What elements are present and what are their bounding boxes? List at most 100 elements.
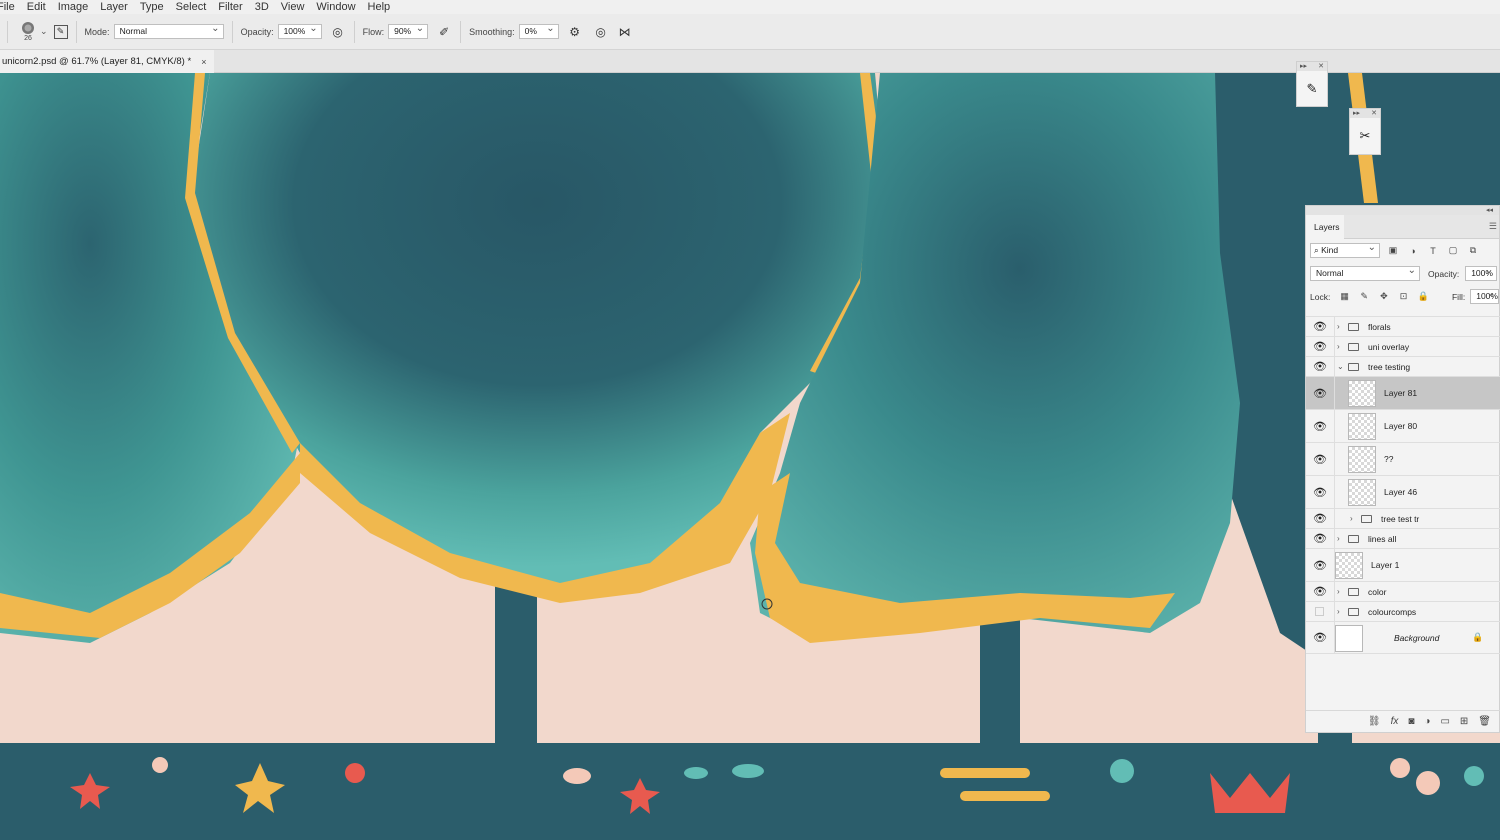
brush-tip-icon	[22, 21, 34, 34]
pressure-opacity-icon[interactable]: ◎	[330, 24, 346, 40]
link-layers-icon[interactable]: ⛓	[1368, 716, 1381, 727]
airbrush-icon[interactable]: ✐	[436, 24, 452, 40]
new-group-icon[interactable]: ▭	[1440, 716, 1449, 727]
visibility-eye-icon[interactable]: 👁	[1313, 512, 1327, 525]
document-tab[interactable]: unicorn2.psd @ 61.7% (Layer 81, CMYK/8) …	[0, 50, 214, 73]
layer-row-florals[interactable]: 👁 › florals	[1306, 316, 1500, 336]
layer-row-colourcomps[interactable]: › colourcomps	[1306, 601, 1500, 621]
lock-artboard-icon[interactable]: ⊡	[1398, 291, 1409, 302]
layer-row-layer-81[interactable]: 👁 Layer 81	[1306, 376, 1500, 409]
brush-settings-panel[interactable]: ▸▸ ✕ ✎	[1296, 61, 1328, 107]
menu-view[interactable]: View	[275, 0, 311, 14]
panel-menu-icon[interactable]: ☰	[1489, 221, 1497, 232]
visibility-eye-icon[interactable]: 👁	[1313, 486, 1327, 499]
menu-window[interactable]: Window	[310, 0, 361, 14]
chevron-right-icon[interactable]: ›	[1337, 534, 1340, 543]
filter-kind-select[interactable]: ⌕ Kind	[1310, 241, 1380, 258]
gear-icon[interactable]: ⚙	[567, 24, 583, 40]
close-icon[interactable]: ✕	[1318, 62, 1324, 71]
layer-row-uni-overlay[interactable]: 👁 › uni overlay	[1306, 336, 1500, 356]
symmetry-butterfly-icon[interactable]: ⋈	[617, 24, 633, 40]
shape-filter-icon[interactable]: ▢	[1446, 245, 1460, 256]
layer-row-tree-testing[interactable]: 👁 ⌄ tree testing	[1306, 356, 1500, 376]
document-canvas[interactable]	[0, 73, 1500, 840]
new-layer-icon[interactable]: ⊞	[1460, 716, 1468, 727]
options-grip[interactable]	[0, 20, 8, 43]
visibility-eye-icon[interactable]: 👁	[1313, 453, 1327, 466]
visibility-eye-icon[interactable]: 👁	[1313, 631, 1327, 644]
chevron-right-icon[interactable]: ›	[1337, 587, 1340, 596]
menu-select[interactable]: Select	[170, 0, 213, 14]
menu-file[interactable]: File	[0, 0, 21, 14]
brush-settings-toggle-icon[interactable]: ✎	[53, 24, 68, 39]
opacity-label: Opacity:	[1428, 268, 1460, 279]
clone-source-icon[interactable]: ✂	[1350, 118, 1380, 154]
clone-source-panel[interactable]: ▸▸ ✕ ✂	[1349, 108, 1381, 155]
smart-object-filter-icon[interactable]: ⧉	[1466, 245, 1480, 256]
layers-panel-footer: ⛓ fx ◙ ◑ ▭ ⊞ 🗑	[1306, 710, 1500, 732]
adjustment-layer-icon[interactable]: ◑	[1424, 716, 1430, 727]
close-icon[interactable]: ✕	[1371, 109, 1377, 118]
visibility-eye-icon[interactable]: 👁	[1313, 420, 1327, 433]
layer-name: Layer 46	[1384, 487, 1418, 497]
menu-3d[interactable]: 3D	[249, 0, 275, 14]
layer-row-background[interactable]: 👁 Background 🔒	[1306, 621, 1500, 654]
visibility-eye-icon[interactable]: 👁	[1313, 532, 1327, 545]
type-filter-icon[interactable]: T	[1426, 246, 1440, 256]
menu-help[interactable]: Help	[362, 0, 397, 14]
opacity-field[interactable]: 100%	[1465, 264, 1498, 281]
chevron-right-icon[interactable]: ›	[1350, 514, 1353, 523]
layer-row-layer-1[interactable]: 👁 Layer 1	[1306, 548, 1500, 581]
lock-transparent-pixels-icon[interactable]: ▦	[1339, 291, 1350, 302]
layer-thumbnail	[1348, 479, 1376, 506]
lock-position-icon[interactable]: ✥	[1379, 291, 1390, 302]
visibility-eye-icon[interactable]: 👁	[1313, 360, 1327, 373]
collapse-panel-icon[interactable]: ◂◂	[1306, 206, 1499, 215]
brush-settings-icon[interactable]: ✎	[1297, 71, 1327, 106]
opacity-field[interactable]: 100%	[277, 22, 322, 39]
lock-all-icon[interactable]: 🔒	[1418, 291, 1429, 302]
menu-type[interactable]: Type	[134, 0, 170, 14]
menu-edit[interactable]: Edit	[21, 0, 52, 14]
chevron-right-icon[interactable]: ›	[1337, 607, 1340, 616]
blend-mode-select[interactable]: Normal	[1310, 264, 1420, 281]
layer-row-color[interactable]: 👁 › color	[1306, 581, 1500, 601]
expand-icon[interactable]: ▸▸	[1300, 62, 1307, 71]
tab-layers[interactable]: Layers	[1306, 215, 1344, 239]
chevron-down-icon[interactable]: ⌄	[40, 26, 48, 37]
brush-preset-picker[interactable]: 26	[18, 21, 38, 43]
flow-field[interactable]: 90%	[388, 22, 429, 39]
layer-row-layer-80[interactable]: 👁 Layer 80	[1306, 409, 1500, 442]
smoothing-field[interactable]: 0%	[518, 22, 559, 39]
menu-filter[interactable]: Filter	[212, 0, 248, 14]
layer-row-unnamed[interactable]: 👁 ??	[1306, 442, 1500, 475]
adjustment-filter-icon[interactable]: ◑	[1406, 246, 1420, 256]
pressure-size-icon[interactable]: ◎	[593, 24, 609, 40]
visibility-eye-icon[interactable]: 👁	[1313, 340, 1327, 353]
fill-field[interactable]: 100%	[1470, 287, 1499, 304]
lock-image-pixels-icon[interactable]: ✎	[1359, 291, 1370, 302]
visibility-eye-icon[interactable]: 👁	[1313, 559, 1327, 572]
trash-icon[interactable]: 🗑	[1478, 716, 1491, 727]
chevron-down-icon[interactable]: ⌄	[1337, 362, 1344, 371]
folder-icon	[1348, 362, 1359, 371]
mode-select[interactable]: Normal	[113, 22, 224, 39]
menu-image[interactable]: Image	[52, 0, 95, 14]
expand-icon[interactable]: ▸▸	[1353, 109, 1360, 118]
smoothing-label: Smoothing:	[469, 26, 515, 37]
folder-icon	[1348, 534, 1359, 543]
image-filter-icon[interactable]: ▣	[1386, 245, 1400, 256]
chevron-right-icon[interactable]: ›	[1337, 322, 1340, 331]
visibility-eye-icon[interactable]: 👁	[1313, 387, 1327, 400]
layer-row-lines-all[interactable]: 👁 › lines all	[1306, 528, 1500, 548]
layer-row-tree-test-tr[interactable]: 👁 › tree test tr	[1306, 508, 1500, 528]
close-icon[interactable]: ×	[201, 57, 206, 67]
visibility-eye-icon[interactable]: 👁	[1313, 585, 1327, 598]
visibility-eye-icon[interactable]: 👁	[1313, 320, 1327, 333]
fx-icon[interactable]: fx	[1391, 716, 1399, 727]
layer-row-layer-46[interactable]: 👁 Layer 46	[1306, 475, 1500, 508]
chevron-right-icon[interactable]: ›	[1337, 342, 1340, 351]
menu-layer[interactable]: Layer	[94, 0, 134, 14]
add-mask-icon[interactable]: ◙	[1408, 716, 1414, 727]
visibility-empty-box[interactable]	[1315, 607, 1324, 616]
